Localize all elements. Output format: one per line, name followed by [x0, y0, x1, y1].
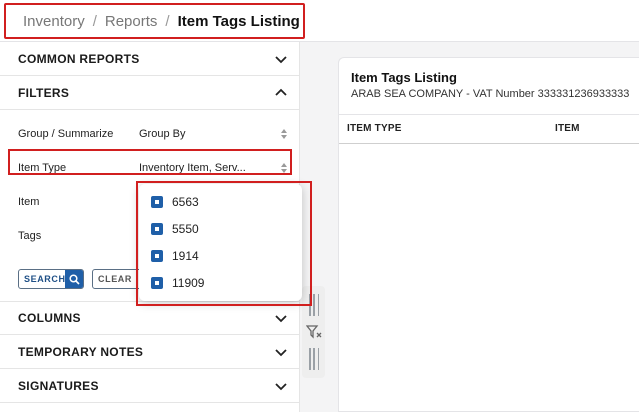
report-subtitle: ARAB SEA COMPANY - VAT Number 3333312369…: [351, 88, 630, 100]
section-signatures[interactable]: SIGNATURES: [0, 369, 300, 403]
clear-button-label: CLEAR: [98, 274, 132, 284]
clear-button[interactable]: CLEAR: [92, 269, 142, 289]
filter-label: Group / Summarize: [18, 128, 114, 140]
highlight-box: [8, 149, 292, 175]
section-title: COMMON REPORTS: [18, 51, 140, 66]
chevron-down-icon[interactable]: [274, 345, 288, 359]
section-common-reports[interactable]: COMMON REPORTS: [0, 42, 300, 76]
section-title: COLUMNS: [18, 311, 81, 325]
chevron-down-icon[interactable]: [274, 379, 288, 393]
table-header: ITEM TYPE ITEM: [339, 114, 639, 144]
chevron-down-icon[interactable]: [274, 52, 288, 66]
select-arrows-icon[interactable]: [280, 128, 288, 140]
top-bar: Inventory / Reports / Item Tags Listing: [0, 0, 639, 42]
grip-icon: [309, 348, 319, 370]
section-columns[interactable]: COLUMNS: [0, 301, 300, 335]
section-filters[interactable]: FILTERS: [0, 76, 300, 110]
breadcrumb-separator: /: [165, 12, 170, 30]
breadcrumb-inventory[interactable]: Inventory: [23, 13, 85, 30]
section-title: FILTERS: [18, 85, 70, 100]
section-title: TEMPORARY NOTES: [18, 344, 144, 359]
filter-label: Item: [18, 196, 40, 208]
filter-label: Tags: [18, 230, 42, 242]
report-panel: Item Tags Listing ARAB SEA COMPANY - VAT…: [338, 57, 639, 412]
report-title: Item Tags Listing: [351, 70, 457, 85]
section-title: SIGNATURES: [18, 378, 99, 393]
column-item[interactable]: ITEM: [555, 123, 580, 134]
filter-group-summarize[interactable]: Group / Summarize Group By: [0, 119, 300, 149]
search-icon: [65, 270, 83, 288]
search-button-label: SEARCH: [24, 274, 66, 284]
breadcrumb: Inventory / Reports / Item Tags Listing: [4, 3, 305, 39]
column-item-type[interactable]: ITEM TYPE: [347, 123, 402, 134]
breadcrumb-current: Item Tags Listing: [177, 12, 300, 30]
search-button[interactable]: SEARCH: [18, 269, 84, 289]
breadcrumb-reports[interactable]: Reports: [105, 13, 158, 30]
breadcrumb-separator: /: [92, 12, 97, 30]
highlight-box: [136, 181, 312, 306]
filter-clear-icon[interactable]: [306, 324, 322, 340]
chevron-down-icon[interactable]: [274, 311, 288, 325]
group-by-select[interactable]: Group By: [139, 128, 185, 140]
chevron-up-icon[interactable]: [274, 86, 288, 100]
section-temporary-notes[interactable]: TEMPORARY NOTES: [0, 335, 300, 369]
